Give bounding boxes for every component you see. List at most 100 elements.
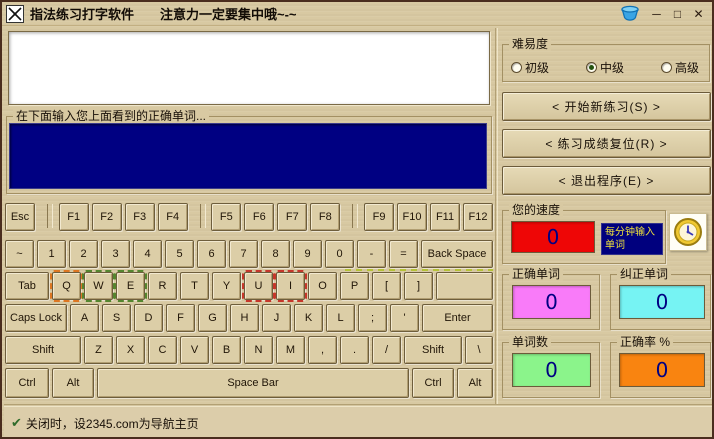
key-period[interactable]: . [340,336,369,364]
maximize-button[interactable]: □ [670,6,685,22]
speed-label: 您的速度 [509,203,563,217]
key-alt-left[interactable]: Alt [52,368,94,398]
key-f3[interactable]: F3 [125,203,155,231]
key-0[interactable]: 0 [325,240,354,268]
app-window: 指法练习打字软件 注意力一定要集中哦~-~ ─ □ ✕ 在下面输入您上面看到的正… [0,0,714,439]
key-backslash[interactable]: \ [465,336,493,364]
key-blank[interactable] [436,272,493,300]
key-f[interactable]: F [166,304,195,332]
key-2[interactable]: 2 [69,240,98,268]
key-4[interactable]: 4 [133,240,162,268]
skin-icon-button[interactable] [617,4,643,24]
key-esc[interactable]: Esc [5,203,35,231]
key-5[interactable]: 5 [165,240,194,268]
key-q[interactable]: Q [52,272,81,300]
keyboard-row-function: Esc F1F2F3F4 F5F6F7F8 F9F10F11F12 [5,203,493,231]
finger-guide-line [345,269,493,271]
key-a[interactable]: A [70,304,99,332]
key-enter[interactable]: Enter [422,304,493,332]
radio-advanced[interactable]: 高级 [661,59,699,76]
key-f7[interactable]: F7 [277,203,307,231]
key-tilde[interactable]: ~ [5,240,34,268]
key-ctrl-right[interactable]: Ctrl [412,368,454,398]
start-practice-button[interactable]: < 开始新练习(S) > [502,92,711,121]
key-j[interactable]: J [262,304,291,332]
key-space[interactable]: Space Bar [97,368,409,398]
key-n[interactable]: N [244,336,273,364]
key-i[interactable]: I [276,272,305,300]
accuracy-value: 0 [619,353,705,387]
checkbox-checked-icon[interactable]: ✔ [11,415,22,431]
radio-beginner[interactable]: 初级 [511,59,549,76]
key-s[interactable]: S [102,304,131,332]
word-count-value: 0 [512,353,591,387]
key-comma[interactable]: , [308,336,337,364]
exit-program-button[interactable]: < 退出程序(E) > [502,166,711,195]
key-h[interactable]: H [230,304,259,332]
key-bracket-left[interactable]: [ [372,272,401,300]
key-c[interactable]: C [148,336,177,364]
key-b[interactable]: B [212,336,241,364]
close-button[interactable]: ✕ [691,6,706,22]
key-f5[interactable]: F5 [211,203,241,231]
correct-words-label: 正确单词 [509,267,563,281]
key-v[interactable]: V [180,336,209,364]
keyboard-row-qwerty: TabQWERTYUIOP[] [5,272,493,300]
radio-circle-icon [511,62,522,73]
key-alt-right[interactable]: Alt [457,368,493,398]
key-r[interactable]: R [148,272,177,300]
key-backspace[interactable]: Back Space [421,240,493,268]
key-p[interactable]: P [340,272,369,300]
key-bracket-right[interactable]: ] [404,272,433,300]
key-x[interactable]: X [116,336,145,364]
key-6[interactable]: 6 [197,240,226,268]
key-9[interactable]: 9 [293,240,322,268]
key-semicolon[interactable]: ; [358,304,387,332]
key-minus[interactable]: - [357,240,386,268]
key-f2[interactable]: F2 [92,203,122,231]
minimize-button[interactable]: ─ [649,6,664,22]
key-f1[interactable]: F1 [59,203,89,231]
key-slash[interactable]: / [372,336,401,364]
key-w[interactable]: W [84,272,113,300]
key-l[interactable]: L [326,304,355,332]
window-title: 指法练习打字软件 [30,4,134,23]
key-o[interactable]: O [308,272,337,300]
key-equals[interactable]: = [389,240,418,268]
radio-circle-icon [586,62,597,73]
key-k[interactable]: K [294,304,323,332]
typing-input-area[interactable] [9,123,487,189]
key-3[interactable]: 3 [101,240,130,268]
key-g[interactable]: G [198,304,227,332]
correct-words-value: 0 [512,285,591,319]
key-tab[interactable]: Tab [5,272,49,300]
key-8[interactable]: 8 [261,240,290,268]
key-t[interactable]: T [180,272,209,300]
key-z[interactable]: Z [84,336,113,364]
key-f4[interactable]: F4 [158,203,188,231]
reset-score-button[interactable]: < 练习成绩复位(R) > [502,129,711,158]
key-u[interactable]: U [244,272,273,300]
key-f9[interactable]: F9 [364,203,394,231]
key-f10[interactable]: F10 [397,203,427,231]
key-f6[interactable]: F6 [244,203,274,231]
radio-intermediate[interactable]: 中级 [586,59,624,76]
keyboard-row-shift: ShiftZXCVBNM,./Shift\ [5,336,493,364]
key-f8[interactable]: F8 [310,203,340,231]
key-y[interactable]: Y [212,272,241,300]
key-d[interactable]: D [134,304,163,332]
key-1[interactable]: 1 [37,240,66,268]
key-shift-left[interactable]: Shift [5,336,81,364]
clock-button[interactable] [669,213,707,251]
key-f12[interactable]: F12 [463,203,493,231]
keyboard-row-numbers: ~1234567890-=Back Space [5,240,493,268]
key-e[interactable]: E [116,272,145,300]
key-apostrophe[interactable]: ' [390,304,419,332]
key-m[interactable]: M [276,336,305,364]
key-caps-lock[interactable]: Caps Lock [5,304,67,332]
key-ctrl-left[interactable]: Ctrl [5,368,49,398]
key-f11[interactable]: F11 [430,203,460,231]
corrected-words-label: 纠正单词 [617,267,671,281]
key-7[interactable]: 7 [229,240,258,268]
key-shift-right[interactable]: Shift [404,336,462,364]
